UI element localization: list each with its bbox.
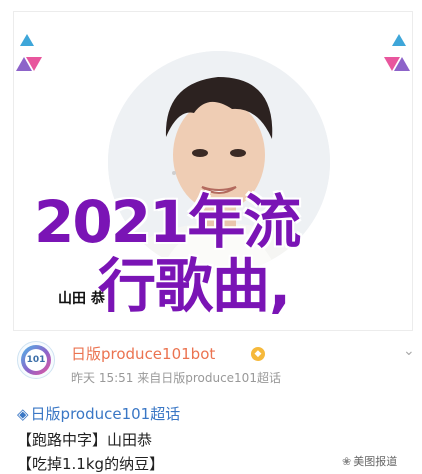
post-text-line: 【跑路中字】山田恭 bbox=[17, 431, 153, 449]
post-text-line: 【吃掉1.1kg的纳豆】 bbox=[17, 455, 165, 473]
super-topic-icon: ◈ bbox=[17, 405, 29, 423]
verified-badge-icon: ◆ bbox=[251, 347, 265, 361]
logo-triangle-icon bbox=[392, 34, 406, 46]
overlay-line-1: 2021年流 bbox=[34, 188, 301, 256]
overlay-line-2: 行歌曲, bbox=[98, 252, 291, 320]
post-author-name[interactable]: 日版produce101bot bbox=[71, 343, 215, 364]
post-meta: 昨天 15:51 来自日版produce101超话 bbox=[71, 371, 281, 385]
logo-triangle-icon bbox=[384, 57, 400, 71]
avatar[interactable]: 101 bbox=[17, 341, 55, 379]
weibo-post: 101 日版produce101bot ◆ ⌄ 昨天 15:51 来自日版pro… bbox=[0, 333, 422, 474]
name-tag: 山田 恭 bbox=[58, 291, 105, 307]
super-topic-link[interactable]: ◈ 日版produce101超话 bbox=[17, 403, 180, 424]
photo-card: 2021年流 行歌曲, 山田 恭 bbox=[13, 11, 413, 331]
chevron-down-icon[interactable]: ⌄ bbox=[403, 343, 415, 359]
super-topic-label: 日版produce101超话 bbox=[30, 405, 181, 423]
logo-triangle-icon bbox=[26, 57, 42, 71]
watermark: ❀ 美图报道 bbox=[342, 453, 397, 469]
watermark-label: 美图报道 bbox=[353, 455, 398, 468]
avatar-logo: 101 bbox=[25, 349, 47, 371]
watermark-icon: ❀ bbox=[342, 455, 352, 468]
logo-triangle-icon bbox=[20, 34, 34, 46]
